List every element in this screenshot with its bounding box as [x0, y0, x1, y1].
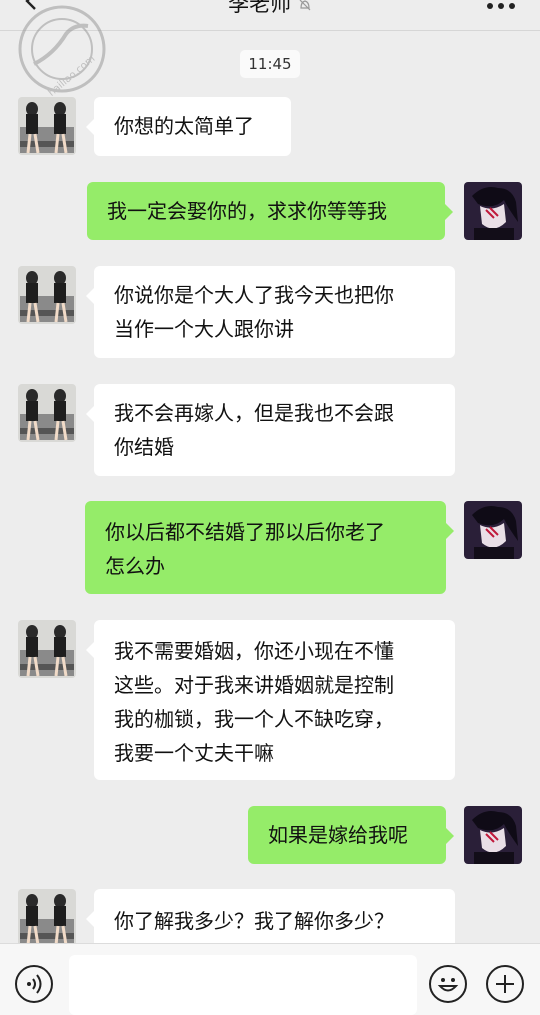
contact-avatar[interactable]	[18, 266, 76, 324]
message-bubble[interactable]: 我一定会娶你的，求求你等等我	[87, 182, 453, 240]
my-avatar[interactable]	[464, 501, 522, 559]
message-bubble[interactable]: 我不需要婚姻，你还小现在不懂 这些。对于我来讲婚姻就是控制 我的枷锁，我一个人不…	[86, 620, 455, 780]
message-bubble[interactable]: 你说你是个大人了我今天也把你 当作一个大人跟你讲	[86, 266, 455, 358]
message-bubble[interactable]: 你了解我多少？我了解你多少？	[86, 889, 455, 949]
contact-avatar[interactable]	[18, 889, 76, 947]
voice-icon	[27, 974, 42, 994]
message-bubble[interactable]: 你以后都不结婚了那以后你老了 怎么办	[85, 501, 454, 594]
svg-text:hailiao.com: hailiao.com	[46, 54, 97, 99]
emoji-icon	[437, 978, 459, 992]
message-timestamp: 11:45	[240, 50, 300, 78]
my-avatar[interactable]	[464, 806, 522, 864]
bell-muted-icon	[299, 0, 311, 11]
plus-icon	[496, 975, 514, 993]
emoji-button[interactable]	[429, 965, 467, 1003]
voice-button[interactable]	[15, 965, 53, 1003]
contact-avatar[interactable]	[18, 620, 76, 678]
message-bubble[interactable]: 如果是嫁给我呢	[248, 806, 454, 864]
message-bubble[interactable]: 你想的太简单了	[86, 97, 291, 156]
more-dots-icon[interactable]	[486, 2, 516, 10]
contact-avatar[interactable]	[18, 97, 76, 155]
my-avatar[interactable]	[464, 182, 522, 240]
contact-avatar[interactable]	[18, 384, 76, 442]
message-input[interactable]	[69, 955, 417, 1015]
add-button[interactable]	[486, 965, 524, 1003]
input-bar	[0, 943, 540, 1015]
message-bubble[interactable]: 我不会再嫁人，但是我也不会跟 你结婚	[86, 384, 455, 476]
